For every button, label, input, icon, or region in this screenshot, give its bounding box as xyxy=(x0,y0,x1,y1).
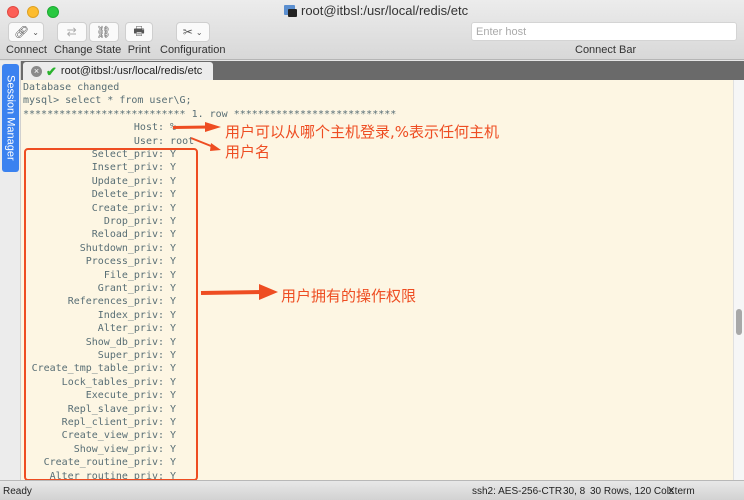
print-button[interactable]: 🖶︎ xyxy=(125,22,153,42)
terminal-scrollbar[interactable] xyxy=(733,80,744,480)
connected-check-icon: ✔ xyxy=(46,63,57,79)
tab-bar: × ✔ root@itbsl:/usr/local/redis/etc xyxy=(21,61,744,80)
status-cursor-position: 30, 8 xyxy=(563,486,586,497)
configuration-button[interactable]: ✂︎ ⌄ xyxy=(175,22,210,42)
window-titlebar: root@itbsl:/usr/local/redis/etc 🔗︎ ⌄ Conn… xyxy=(0,0,744,60)
field-separator: : xyxy=(158,122,171,134)
chevron-down-icon: ⌄ xyxy=(195,27,203,37)
status-ready: Ready xyxy=(3,486,32,497)
status-encryption: ssh2: AES-256-CTR xyxy=(472,486,563,497)
user-arrow-head xyxy=(210,143,221,151)
field-row: Host: % xyxy=(21,121,176,134)
window-title: root@itbsl:/usr/local/redis/etc xyxy=(284,3,468,18)
link-icon: 🔗︎ xyxy=(14,25,30,39)
enter-host-input[interactable] xyxy=(471,22,737,41)
connect-tool[interactable]: 🔗︎ ⌄ Connect xyxy=(6,22,47,56)
host-arrow-line xyxy=(172,125,210,129)
reconnect-button[interactable]: ⇄ xyxy=(56,22,87,42)
window-controls xyxy=(7,6,59,18)
user-arrow-line xyxy=(190,137,217,149)
user-annotation: 用户名 xyxy=(225,143,271,161)
chevron-down-icon: ⌄ xyxy=(32,27,39,37)
connect-label: Connect xyxy=(6,44,47,56)
host-arrow-head xyxy=(205,122,221,132)
tools-icon: ✂︎ xyxy=(182,25,193,39)
disconnect-button[interactable]: ⛓︎ xyxy=(88,22,119,42)
terminal-line: mysql> select * from user\G; xyxy=(23,95,192,107)
change-state-tool[interactable]: ⇄ ⛓︎ Change State xyxy=(54,22,121,56)
change-state-label: Change State xyxy=(54,44,122,56)
field-name: Host xyxy=(133,122,158,134)
maximize-window-button[interactable] xyxy=(47,6,59,18)
terminal-line: Database changed xyxy=(23,82,120,93)
printer-icon: 🖶︎ xyxy=(133,23,145,38)
privileges-arrow-head xyxy=(259,284,278,300)
privileges-annotation: 用户拥有的操作权限 xyxy=(281,287,417,305)
window-title-text: root@itbsl:/usr/local/redis/etc xyxy=(301,3,469,18)
status-dimensions: 30 Rows, 120 Cols xyxy=(590,486,674,497)
connect-button[interactable]: 🔗︎ ⌄ xyxy=(8,22,45,42)
scrollbar-thumb[interactable] xyxy=(736,309,742,335)
connect-bar-label: Connect Bar xyxy=(575,44,637,56)
configuration-label: Configuration xyxy=(160,44,226,56)
repeat-icon: ⇄ xyxy=(66,25,77,39)
status-bar: Ready ssh2: AES-256-CTR 30, 8 30 Rows, 1… xyxy=(0,480,744,500)
close-tab-icon[interactable]: × xyxy=(31,65,42,77)
privileges-highlight-box xyxy=(24,148,198,480)
tab-session[interactable]: × ✔ root@itbsl:/usr/local/redis/etc xyxy=(23,62,213,80)
close-window-button[interactable] xyxy=(7,6,19,18)
terminal-line: *************************** 1. row *****… xyxy=(23,108,397,120)
broken-link-icon: ⛓︎ xyxy=(96,25,112,39)
host-annotation: 用户可以从哪个主机登录,%表示任何主机 xyxy=(225,123,500,141)
minimize-window-button[interactable] xyxy=(27,6,39,18)
field-value: root xyxy=(170,135,195,147)
field-value: % xyxy=(170,122,177,134)
session-manager-tab[interactable]: Session Manager xyxy=(2,64,19,172)
print-label: Print xyxy=(127,44,151,56)
terminal-output[interactable]: Database changed mysql> select * from us… xyxy=(21,80,733,480)
privileges-arrow-line xyxy=(200,290,264,295)
status-terminal-type: Xterm xyxy=(668,486,695,497)
field-row: User: root xyxy=(21,135,194,148)
field-separator: : xyxy=(158,135,171,147)
tab-label: root@itbsl:/usr/local/redis/etc xyxy=(60,65,203,77)
print-tool[interactable]: 🖶︎ Print xyxy=(125,22,153,56)
configuration-tool[interactable]: ✂︎ ⌄ Configuration xyxy=(160,22,225,56)
terminal-app-icon xyxy=(284,4,297,17)
field-name: User xyxy=(133,135,158,147)
